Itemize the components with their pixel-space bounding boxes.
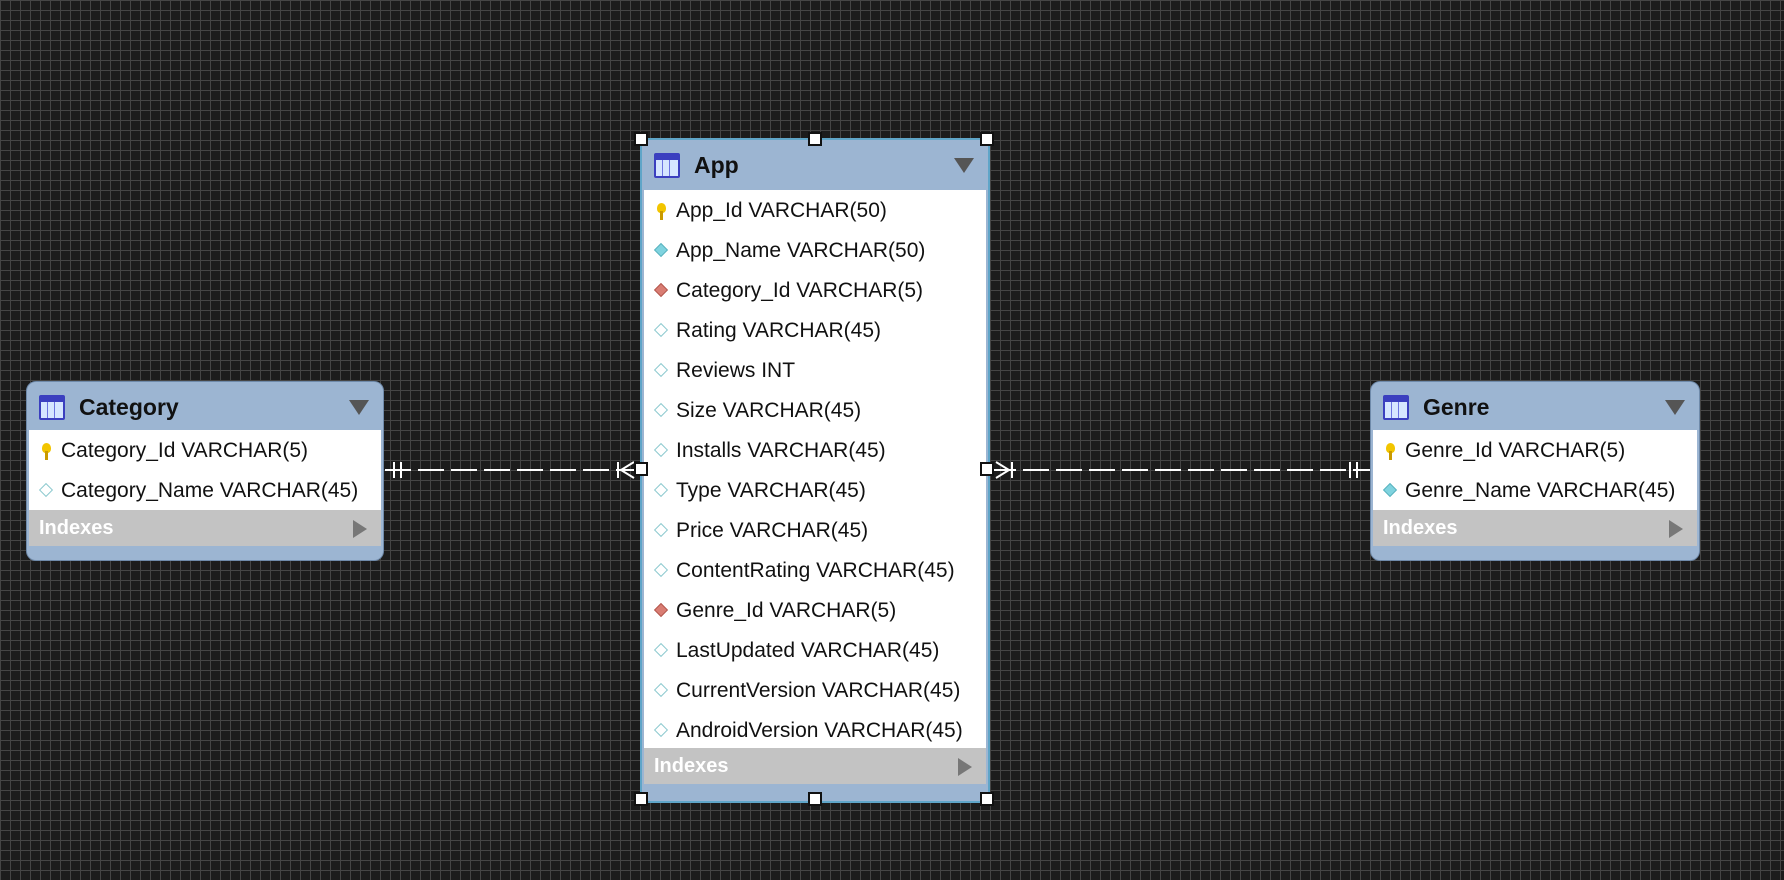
table-header[interactable]: Category	[27, 382, 383, 432]
primary-key-icon	[1383, 443, 1397, 460]
column-icon	[653, 682, 669, 698]
not-null-column-icon	[1382, 482, 1398, 498]
column-row[interactable]: App_Id VARCHAR(50)	[644, 190, 986, 230]
column-label: Price VARCHAR(45)	[676, 519, 869, 542]
column-icon	[38, 482, 54, 498]
column-row[interactable]: Size VARCHAR(45)	[644, 390, 986, 430]
column-row[interactable]: AndroidVersion VARCHAR(45)	[644, 710, 986, 750]
column-icon	[653, 442, 669, 458]
primary-key-icon	[39, 443, 53, 460]
column-icon	[653, 642, 669, 658]
foreign-key-icon	[653, 602, 669, 618]
column-icon	[653, 562, 669, 578]
indexes-bar[interactable]: Indexes	[29, 510, 381, 546]
column-row[interactable]: Genre_Id VARCHAR(5)	[644, 590, 986, 630]
table-category[interactable]: Category Category_Id VARCHAR(5) Category…	[26, 381, 384, 561]
expand-triangle-icon[interactable]	[1669, 520, 1683, 538]
column-label: Reviews INT	[676, 359, 796, 382]
column-label: Size VARCHAR(45)	[676, 399, 862, 422]
table-header[interactable]: Genre	[1371, 382, 1699, 432]
indexes-label: Indexes	[654, 755, 729, 777]
column-row[interactable]: Category_Id VARCHAR(5)	[29, 430, 381, 470]
table-title: Genre	[1423, 394, 1490, 420]
column-label: Category_Id VARCHAR(5)	[676, 279, 924, 302]
expand-triangle-icon[interactable]	[353, 520, 367, 538]
column-icon	[653, 402, 669, 418]
table-title: Category	[79, 394, 179, 420]
column-icon	[653, 522, 669, 538]
indexes-bar[interactable]: Indexes	[644, 748, 986, 784]
column-row[interactable]: Rating VARCHAR(45)	[644, 310, 986, 350]
indexes-label: Indexes	[39, 517, 114, 539]
column-row[interactable]: Category_Id VARCHAR(5)	[644, 270, 986, 310]
column-icon	[653, 362, 669, 378]
resize-handle-top-left[interactable]	[634, 132, 648, 146]
column-label: Genre_Id VARCHAR(5)	[676, 599, 897, 622]
indexes-label: Indexes	[1383, 517, 1458, 539]
column-row[interactable]: Installs VARCHAR(45)	[644, 430, 986, 470]
column-label: Category_Name VARCHAR(45)	[61, 479, 359, 502]
column-label: App_Id VARCHAR(50)	[676, 199, 887, 222]
column-row[interactable]: Type VARCHAR(45)	[644, 470, 986, 510]
indexes-bar[interactable]: Indexes	[1373, 510, 1697, 546]
column-label: Type VARCHAR(45)	[676, 479, 866, 502]
expand-triangle-icon[interactable]	[958, 758, 972, 776]
column-row[interactable]: Genre_Id VARCHAR(5)	[1373, 430, 1697, 470]
column-list: App_Id VARCHAR(50) App_Name VARCHAR(50) Ca…	[644, 190, 986, 750]
column-label: Genre_Name VARCHAR(45)	[1405, 479, 1676, 502]
column-icon	[653, 722, 669, 738]
column-row[interactable]: App_Name VARCHAR(50)	[644, 230, 986, 270]
table-icon	[1383, 395, 1409, 420]
column-label: App_Name VARCHAR(50)	[676, 239, 926, 262]
not-null-column-icon	[653, 242, 669, 258]
column-list: Genre_Id VARCHAR(5) Genre_Name VARCHAR(4…	[1373, 430, 1697, 510]
table-title: App	[694, 152, 739, 178]
foreign-key-icon	[653, 282, 669, 298]
column-label: Category_Id VARCHAR(5)	[61, 439, 309, 462]
column-row[interactable]: LastUpdated VARCHAR(45)	[644, 630, 986, 670]
column-row[interactable]: ContentRating VARCHAR(45)	[644, 550, 986, 590]
table-icon	[654, 153, 680, 178]
column-row[interactable]: Price VARCHAR(45)	[644, 510, 986, 550]
resize-handle-top-right[interactable]	[980, 132, 994, 146]
column-icon	[653, 322, 669, 338]
column-label: AndroidVersion VARCHAR(45)	[676, 719, 963, 742]
column-label: Installs VARCHAR(45)	[676, 439, 886, 462]
collapse-triangle-icon[interactable]	[954, 158, 974, 173]
resize-handle-top-center[interactable]	[808, 132, 822, 146]
table-genre[interactable]: Genre Genre_Id VARCHAR(5) Genre_Name VAR…	[1370, 381, 1700, 561]
table-header[interactable]: App	[642, 140, 988, 190]
column-label: Genre_Id VARCHAR(5)	[1405, 439, 1626, 462]
column-label: CurrentVersion VARCHAR(45)	[676, 679, 961, 702]
collapse-triangle-icon[interactable]	[349, 400, 369, 415]
collapse-triangle-icon[interactable]	[1665, 400, 1685, 415]
column-label: Rating VARCHAR(45)	[676, 319, 882, 342]
resize-handle-middle-left[interactable]	[634, 462, 648, 476]
column-row[interactable]: Category_Name VARCHAR(45)	[29, 470, 381, 510]
column-list: Category_Id VARCHAR(5) Category_Name VAR…	[29, 430, 381, 510]
resize-handle-middle-right[interactable]	[980, 462, 994, 476]
column-icon	[653, 482, 669, 498]
column-row[interactable]: CurrentVersion VARCHAR(45)	[644, 670, 986, 710]
table-icon	[39, 395, 65, 420]
table-app[interactable]: App App_Id VARCHAR(50) App_Name VARCHAR(5…	[640, 138, 990, 803]
primary-key-icon	[654, 203, 668, 220]
resize-handle-bottom-center[interactable]	[808, 792, 822, 806]
column-label: LastUpdated VARCHAR(45)	[676, 639, 940, 662]
resize-handle-bottom-right[interactable]	[980, 792, 994, 806]
column-label: ContentRating VARCHAR(45)	[676, 559, 955, 582]
column-row[interactable]: Genre_Name VARCHAR(45)	[1373, 470, 1697, 510]
column-row[interactable]: Reviews INT	[644, 350, 986, 390]
resize-handle-bottom-left[interactable]	[634, 792, 648, 806]
